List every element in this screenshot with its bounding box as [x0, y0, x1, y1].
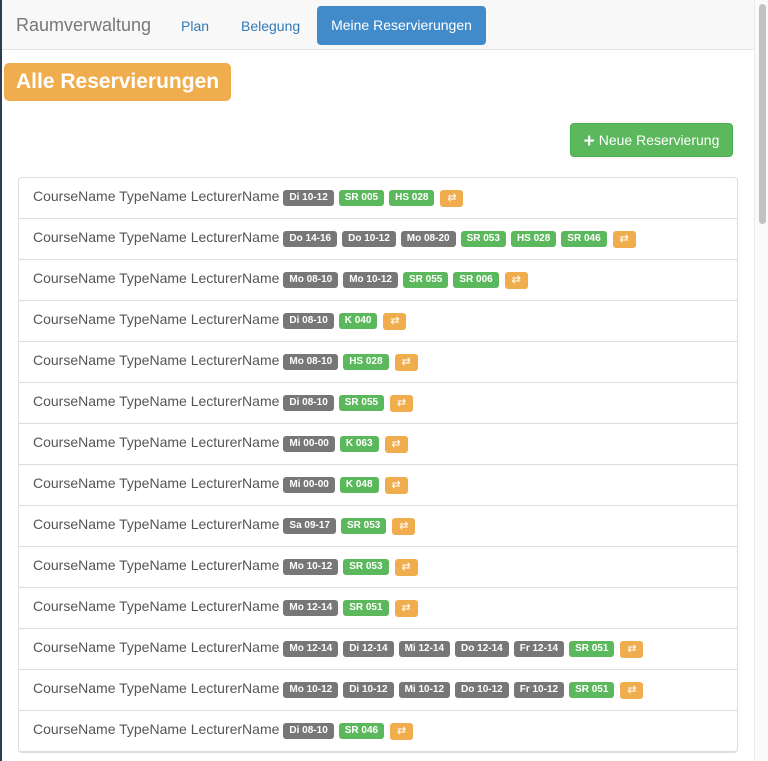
time-slot-label: Do 14-16	[283, 231, 338, 247]
time-slot-label: Mo 10-12	[343, 272, 398, 288]
reservation-row: CourseName TypeName LecturerName Do 14-16…	[19, 219, 737, 260]
room-label: HS 028	[343, 354, 389, 370]
time-slot-label: Di 08-10	[283, 395, 334, 411]
room-label: SR 051	[569, 682, 615, 698]
reservation-description: CourseName TypeName LecturerName	[33, 311, 280, 327]
nav-link-plan[interactable]: Plan	[181, 18, 209, 34]
time-slot-label: Sa 09-17	[283, 518, 336, 534]
app-window: Raumverwaltung Plan Belegung Meine Reser…	[0, 0, 768, 761]
swap-icon[interactable]: ⇄	[394, 558, 418, 576]
navbar: Raumverwaltung Plan Belegung Meine Reser…	[2, 0, 754, 50]
time-slot-label: Mi 12-14	[398, 641, 451, 657]
reservation-row: CourseName TypeName LecturerName Di 10-12…	[19, 178, 737, 219]
scrollbar-thumb[interactable]	[759, 4, 766, 224]
time-slot-label: Mi 10-12	[398, 682, 451, 698]
swap-icon[interactable]: ⇄	[394, 599, 418, 617]
swap-icon[interactable]: ⇄	[612, 230, 636, 248]
reservation-description: CourseName TypeName LecturerName	[33, 516, 280, 532]
room-label: SR 046	[561, 231, 607, 247]
time-slot-label: Mo 08-20	[400, 231, 456, 247]
room-label: SR 051	[343, 600, 389, 616]
room-label: SR 055	[403, 272, 449, 288]
reservation-row: CourseName TypeName LecturerName Mo 12-14…	[19, 629, 737, 670]
reservation-row: CourseName TypeName LecturerName Mo 08-10…	[19, 342, 737, 383]
swap-icon[interactable]: ⇄	[390, 394, 414, 412]
time-slot-label: Mo 08-10	[283, 272, 339, 288]
swap-icon[interactable]: ⇄	[440, 189, 464, 207]
reservation-description: CourseName TypeName LecturerName	[33, 475, 280, 491]
reservation-row: CourseName TypeName LecturerName Mo 12-14…	[19, 588, 737, 629]
time-slot-label: Di 08-10	[283, 723, 334, 739]
swap-icon[interactable]: ⇄	[504, 271, 528, 289]
time-slot-label: Mi 00-00	[283, 477, 335, 493]
nav-link-belegung[interactable]: Belegung	[241, 18, 300, 34]
reservation-description: CourseName TypeName LecturerName	[33, 598, 280, 614]
time-slot-label: Di 10-12	[283, 190, 334, 206]
plus-icon: +	[583, 131, 595, 152]
time-slot-label: Di 12-14	[343, 641, 394, 657]
time-slot-label: Fr 10-12	[513, 682, 565, 698]
room-label: K 040	[338, 313, 378, 329]
time-slot-label: Do 10-12	[455, 682, 509, 698]
reservation-row: CourseName TypeName LecturerName Mo 10-12…	[19, 547, 737, 588]
swap-icon[interactable]: ⇄	[384, 476, 408, 494]
swap-icon[interactable]: ⇄	[620, 681, 644, 699]
swap-icon[interactable]: ⇄	[383, 312, 407, 330]
time-slot-label: Mo 10-12	[283, 559, 339, 575]
time-slot-label: Mo 12-14	[283, 641, 339, 657]
reservation-description: CourseName TypeName LecturerName	[33, 270, 280, 286]
time-slot-label: Mi 00-00	[283, 436, 335, 452]
swap-icon[interactable]: ⇄	[390, 722, 414, 740]
reservation-row: CourseName TypeName LecturerName Mo 10-12…	[19, 670, 737, 711]
room-label: HS 028	[510, 231, 557, 247]
time-slot-label: Fr 12-14	[513, 641, 565, 657]
reservation-description: CourseName TypeName LecturerName	[33, 680, 280, 696]
reservation-row: CourseName TypeName LecturerName Di 08-10…	[19, 711, 737, 752]
time-slot-label: Do 10-12	[342, 231, 396, 247]
reservation-description: CourseName TypeName LecturerName	[33, 393, 280, 409]
room-label: SR 005	[338, 190, 385, 206]
reservation-description: CourseName TypeName LecturerName	[33, 639, 280, 655]
window-edge	[0, 0, 2, 761]
room-label: K 048	[339, 477, 379, 493]
swap-icon[interactable]: ⇄	[384, 435, 408, 453]
time-slot-label: Mo 12-14	[283, 600, 339, 616]
swap-icon[interactable]: ⇄	[394, 353, 418, 371]
time-slot-label: Mo 08-10	[283, 354, 339, 370]
room-label: SR 006	[453, 272, 499, 288]
reservation-description: CourseName TypeName LecturerName	[33, 434, 280, 450]
reservation-row: CourseName TypeName LecturerName Mo 08-10…	[19, 260, 737, 301]
room-label: SR 053	[343, 559, 389, 575]
reservation-list: CourseName TypeName LecturerName Di 10-12…	[18, 177, 738, 753]
new-reservation-button[interactable]: + Neue Reservierung	[570, 123, 733, 157]
room-label: SR 053	[341, 518, 387, 534]
time-slot-label: Mo 10-12	[283, 682, 339, 698]
swap-icon[interactable]: ⇄	[620, 640, 644, 658]
swap-icon[interactable]: ⇄	[392, 517, 416, 535]
room-label: HS 028	[389, 190, 435, 206]
reservation-row: CourseName TypeName LecturerName Mi 00-00…	[19, 465, 737, 506]
reservation-description: CourseName TypeName LecturerName	[33, 721, 280, 737]
brand-link[interactable]: Raumverwaltung	[16, 15, 151, 36]
page-title: Alle Reservierungen	[4, 63, 232, 101]
reservation-row: CourseName TypeName LecturerName Sa 09-17…	[19, 506, 737, 547]
scrollbar[interactable]	[754, 0, 768, 761]
time-slot-label: Di 08-10	[283, 313, 334, 329]
reservation-description: CourseName TypeName LecturerName	[33, 352, 280, 368]
time-slot-label: Do 12-14	[455, 641, 509, 657]
room-label: SR 055	[338, 395, 385, 411]
room-label: SR 046	[338, 723, 385, 739]
time-slot-label: Di 10-12	[343, 682, 394, 698]
reservation-row: CourseName TypeName LecturerName Di 08-10…	[19, 301, 737, 342]
reservation-row: CourseName TypeName LecturerName Di 08-10…	[19, 383, 737, 424]
new-reservation-label: Neue Reservierung	[598, 132, 720, 148]
reservation-row: CourseName TypeName LecturerName Mi 00-00…	[19, 424, 737, 465]
room-label: K 063	[339, 436, 379, 452]
reservation-description: CourseName TypeName LecturerName	[33, 188, 280, 204]
room-label: SR 053	[460, 231, 506, 247]
room-label: SR 051	[569, 641, 615, 657]
nav-link-meine-reservierungen[interactable]: Meine Reservierungen	[317, 6, 486, 45]
reservation-description: CourseName TypeName LecturerName	[33, 557, 280, 573]
reservation-description: CourseName TypeName LecturerName	[33, 229, 280, 245]
